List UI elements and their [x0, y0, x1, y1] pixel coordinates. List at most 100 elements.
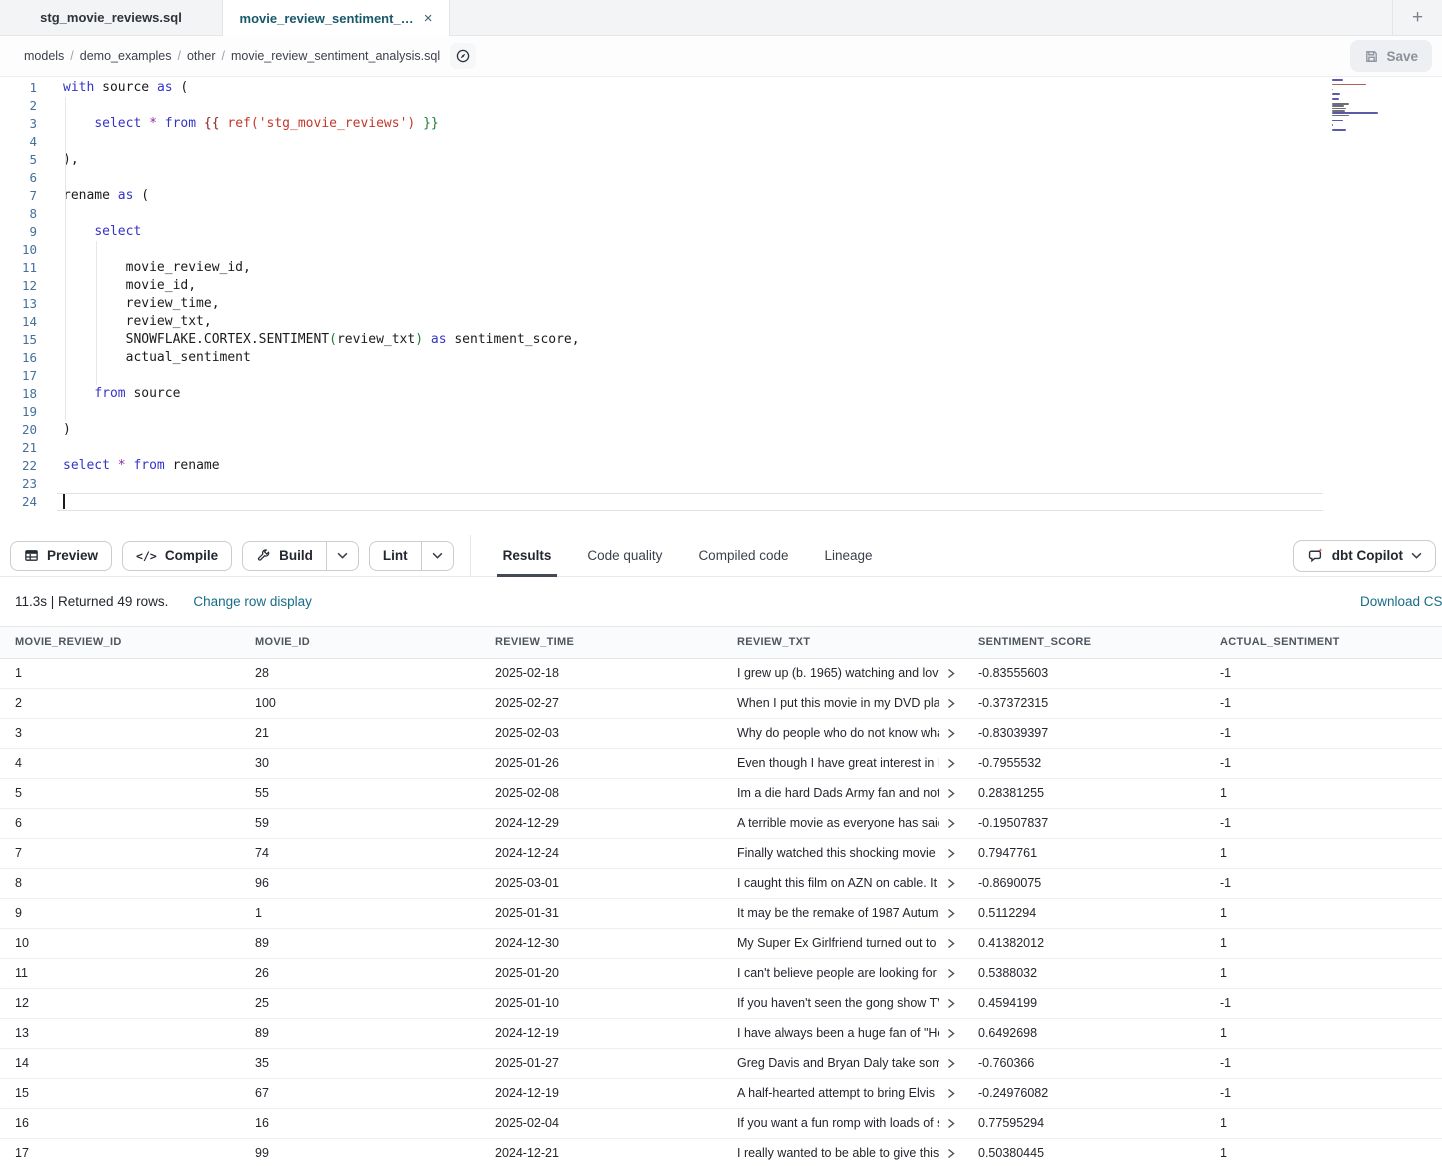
expand-row-icon[interactable]: [947, 908, 955, 919]
dbt-copilot-button[interactable]: dbt Copilot: [1293, 540, 1436, 572]
breadcrumb-item-other[interactable]: other: [187, 49, 216, 63]
code-line[interactable]: 7rename as (: [0, 187, 1442, 205]
expand-row-icon[interactable]: [947, 848, 955, 859]
expand-row-icon[interactable]: [947, 1148, 955, 1159]
table-row[interactable]: 13892024-12-19I have always been a huge …: [0, 1018, 1442, 1048]
expand-row-icon[interactable]: [947, 758, 955, 769]
table-row[interactable]: 3212025-02-03Why do people who do not kn…: [0, 718, 1442, 748]
code-line[interactable]: 2: [0, 97, 1442, 115]
preview-button[interactable]: Preview: [10, 541, 112, 571]
code-line[interactable]: 5),: [0, 151, 1442, 169]
table-row[interactable]: 15672024-12-19A half-hearted attempt to …: [0, 1078, 1442, 1108]
code-line[interactable]: 6: [0, 169, 1442, 187]
table-row[interactable]: 16162025-02-04If you want a fun romp wit…: [0, 1108, 1442, 1138]
tab-lineage[interactable]: Lineage: [807, 535, 891, 577]
table-row[interactable]: 8962025-03-01I caught this film on AZN o…: [0, 868, 1442, 898]
expand-row-icon[interactable]: [947, 1118, 955, 1129]
column-header-review-time[interactable]: REVIEW_TIME: [480, 627, 722, 658]
tab-movie-review-sentiment[interactable]: movie_review_sentiment_… ×: [222, 0, 450, 36]
tab-stg-movie-reviews[interactable]: stg_movie_reviews.sql: [0, 0, 222, 35]
code-line[interactable]: 13 review_time,: [0, 295, 1442, 313]
code-line[interactable]: 4: [0, 133, 1442, 151]
code-line[interactable]: 12 movie_id,: [0, 277, 1442, 295]
code-line[interactable]: 9 select: [0, 223, 1442, 241]
table-row[interactable]: 6592024-12-29A terrible movie as everyon…: [0, 808, 1442, 838]
expand-row-icon[interactable]: [947, 728, 955, 739]
tab-results[interactable]: Results: [485, 535, 570, 577]
column-header-movie-id[interactable]: MOVIE_ID: [240, 627, 480, 658]
code-area[interactable]: 1with source as (23 select * from {{ ref…: [0, 77, 1442, 511]
table-cell: 2024-12-30: [480, 928, 722, 958]
code-line[interactable]: 15 SNOWFLAKE.CORTEX.SENTIMENT(review_txt…: [0, 331, 1442, 349]
expand-row-icon[interactable]: [947, 968, 955, 979]
code-line[interactable]: 23: [0, 475, 1442, 493]
expand-row-icon[interactable]: [947, 818, 955, 829]
file-actions-button[interactable]: [450, 43, 476, 69]
table-row[interactable]: 912025-01-31It may be the remake of 1987…: [0, 898, 1442, 928]
table-cell: 59: [240, 808, 480, 838]
code-line[interactable]: 20): [0, 421, 1442, 439]
code-line[interactable]: 16 actual_sentiment: [0, 349, 1442, 367]
line-number: 11: [0, 259, 37, 277]
code-line[interactable]: 22select * from rename: [0, 457, 1442, 475]
code-line[interactable]: 17: [0, 367, 1442, 385]
expand-row-icon[interactable]: [947, 878, 955, 889]
code-line[interactable]: 19: [0, 403, 1442, 421]
code-line[interactable]: 8: [0, 205, 1442, 223]
minimap-line: [1332, 89, 1333, 91]
build-dropdown-button[interactable]: [326, 542, 358, 570]
table-row[interactable]: 4302025-01-26Even though I have great in…: [0, 748, 1442, 778]
expand-row-icon[interactable]: [947, 698, 955, 709]
lint-button[interactable]: Lint: [370, 542, 421, 570]
breadcrumb-item-models[interactable]: models: [24, 49, 64, 63]
editor-minimap[interactable]: [1330, 77, 1404, 136]
table-cell: 16: [0, 1108, 240, 1138]
code-line[interactable]: 1with source as (: [0, 79, 1442, 97]
expand-row-icon[interactable]: [947, 788, 955, 799]
code-line[interactable]: 11 movie_review_id,: [0, 259, 1442, 277]
change-row-display-link[interactable]: Change row display: [193, 594, 312, 609]
column-header-movie-review-id[interactable]: MOVIE_REVIEW_ID: [0, 627, 240, 658]
minimap-line: [1332, 124, 1333, 126]
table-row[interactable]: 7742024-12-24Finally watched this shocki…: [0, 838, 1442, 868]
table-row[interactable]: 14352025-01-27Greg Davis and Bryan Daly …: [0, 1048, 1442, 1078]
table-row[interactable]: 11262025-01-20I can't believe people are…: [0, 958, 1442, 988]
code-line[interactable]: 18 from source: [0, 385, 1442, 403]
expand-row-icon[interactable]: [947, 668, 955, 679]
table-row[interactable]: 12252025-01-10If you haven't seen the go…: [0, 988, 1442, 1018]
table-cell: 8: [0, 868, 240, 898]
lint-dropdown-button[interactable]: [421, 542, 453, 570]
code-editor[interactable]: 1with source as (23 select * from {{ ref…: [0, 77, 1442, 535]
table-cell: I grew up (b. 1965) watching and lovin…: [722, 658, 963, 688]
table-row[interactable]: 1282025-02-18I grew up (b. 1965) watchin…: [0, 658, 1442, 688]
review-text: If you haven't seen the gong show TV s…: [737, 996, 939, 1010]
expand-row-icon[interactable]: [947, 938, 955, 949]
column-header-sentiment-score[interactable]: SENTIMENT_SCORE: [963, 627, 1205, 658]
expand-row-icon[interactable]: [947, 1058, 955, 1069]
breadcrumb-item-demo-examples[interactable]: demo_examples: [80, 49, 172, 63]
table-cell: 89: [240, 1018, 480, 1048]
expand-row-icon[interactable]: [947, 1028, 955, 1039]
expand-row-icon[interactable]: [947, 998, 955, 1009]
column-header-actual-sentiment[interactable]: ACTUAL_SENTIMENT: [1205, 627, 1442, 658]
expand-row-icon[interactable]: [947, 1088, 955, 1099]
code-line[interactable]: 14 review_txt,: [0, 313, 1442, 331]
new-tab-button[interactable]: +: [1392, 0, 1442, 35]
line-number: 23: [0, 475, 37, 493]
table-row[interactable]: 10892024-12-30My Super Ex Girlfriend tur…: [0, 928, 1442, 958]
code-line[interactable]: 21: [0, 439, 1442, 457]
close-tab-icon[interactable]: ×: [424, 10, 433, 27]
save-button[interactable]: Save: [1350, 40, 1432, 72]
compile-button[interactable]: </> Compile: [122, 541, 232, 571]
column-header-review-txt[interactable]: REVIEW_TXT: [722, 627, 963, 658]
code-line[interactable]: 3 select * from {{ ref('stg_movie_review…: [0, 115, 1442, 133]
table-row[interactable]: 17992024-12-21I really wanted to be able…: [0, 1138, 1442, 1166]
download-csv-link[interactable]: Download CSV: [1360, 594, 1442, 609]
review-text: Finally watched this shocking movie la…: [737, 846, 939, 860]
tab-compiled-code[interactable]: Compiled code: [680, 535, 806, 577]
code-line[interactable]: 10: [0, 241, 1442, 259]
build-button[interactable]: Build: [243, 542, 326, 570]
table-row[interactable]: 21002025-02-27When I put this movie in m…: [0, 688, 1442, 718]
table-row[interactable]: 5552025-02-08Im a die hard Dads Army fan…: [0, 778, 1442, 808]
tab-code-quality[interactable]: Code quality: [569, 535, 680, 577]
